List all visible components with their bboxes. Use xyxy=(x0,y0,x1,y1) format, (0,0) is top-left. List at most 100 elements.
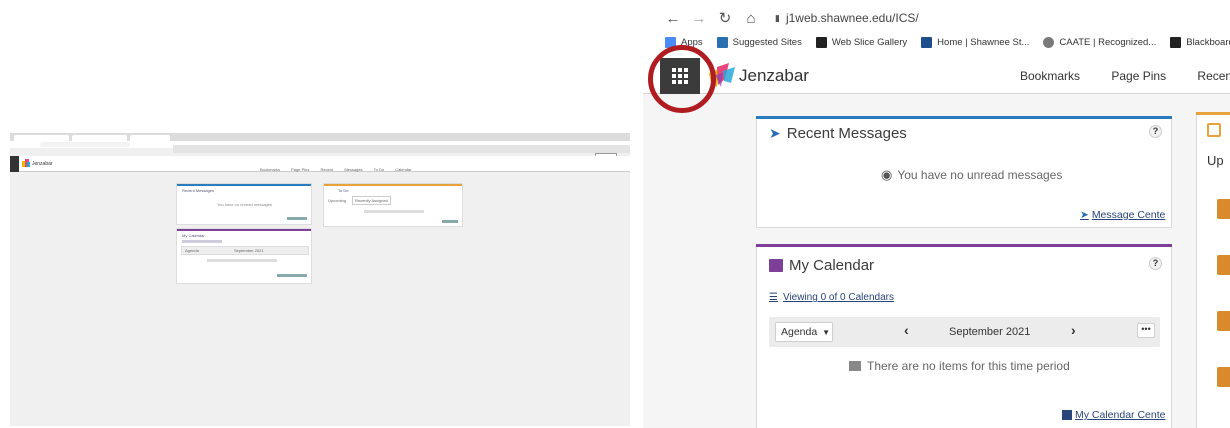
thumb-card-title: My Calendar xyxy=(182,233,205,238)
thumb-calendar-empty xyxy=(207,259,277,262)
folder-icon xyxy=(1217,367,1230,387)
thumb-brand: Jenzabar xyxy=(32,161,53,167)
thumb-apps-grid-icon[interactable] xyxy=(10,156,19,172)
bookmark-home-shawnee[interactable]: Home | Shawnee St... xyxy=(921,36,1030,48)
thumb-nav-link[interactable]: To Do xyxy=(374,167,384,172)
thumb-message-center-link[interactable] xyxy=(287,217,307,220)
view-select[interactable]: Agenda ▼ xyxy=(775,322,833,342)
thumb-nav-link[interactable]: Page Pins xyxy=(291,167,309,172)
thumb-nav-link[interactable]: Calendar xyxy=(395,167,411,172)
thumb-todo-card: To Do Upcoming Recently Assigned xyxy=(323,183,463,227)
message-center-label: Message Cente xyxy=(1091,209,1166,221)
thumb-calendar-card: My Calendar Agenda September 2021 xyxy=(176,228,312,284)
thumb-empty-text: You have no unread messages xyxy=(217,202,273,207)
url-text: j1web.shawnee.edu/ICS/ xyxy=(785,11,919,25)
thumb-card-title: Recent Messages xyxy=(182,188,215,193)
recent-link[interactable]: Recent xyxy=(1197,69,1230,83)
calendar-small-icon xyxy=(849,361,861,371)
thumb-nav-links: Bookmarks Page Pins Recent Messages To D… xyxy=(260,167,421,172)
home-icon[interactable]: ⌂ xyxy=(743,10,759,27)
thumb-calendar-month: September 2021 xyxy=(234,248,264,253)
message-center-link[interactable]: ➤ Message Cente xyxy=(1080,209,1165,221)
chat-bubble-icon: ◉ xyxy=(881,167,893,182)
upcoming-tab[interactable]: Up xyxy=(1207,153,1224,168)
thumb-tab-bar xyxy=(10,133,630,141)
bookmark-label: Blackboard Learn xyxy=(1186,36,1230,48)
bookmark-web-slice-gallery[interactable]: Web Slice Gallery xyxy=(815,36,908,48)
folder-icon xyxy=(1217,199,1230,219)
calendar-center-label: My Calendar Cente xyxy=(1075,409,1166,421)
current-month: September 2021 xyxy=(949,326,1031,338)
thumb-agenda-select[interactable]: Agenda xyxy=(185,248,199,253)
bookmark-suggested-sites[interactable]: Suggested Sites xyxy=(716,36,802,48)
thumb-todo-link[interactable] xyxy=(442,220,458,223)
calendar-icon xyxy=(769,259,783,272)
chevron-down-icon: ▼ xyxy=(822,328,831,337)
thumb-nav-link[interactable]: Recent xyxy=(321,167,334,172)
card-accent-bar xyxy=(756,116,1172,119)
help-icon[interactable]: ? xyxy=(1149,125,1162,138)
page-pins-link[interactable]: Page Pins xyxy=(1111,69,1166,83)
folder-icon xyxy=(1217,255,1230,275)
comparison-screenshot: Jenzabar Bookmarks Page Pins Recent Mess… xyxy=(0,0,1230,428)
highlight-circle xyxy=(648,45,716,113)
bookmark-caate[interactable]: CAATE | Recognized... xyxy=(1043,36,1157,48)
browser-nav-row: ← → ↻ ⌂ ▮ j1web.shawnee.edu/ICS/ xyxy=(665,8,919,28)
bookmark-label: Home | Shawnee St... xyxy=(937,36,1030,48)
calendar-small-icon xyxy=(1062,410,1072,420)
paper-plane-icon: ➤ xyxy=(769,125,781,141)
recent-messages-card: ➤ Recent Messages ? ◉ You have no unread… xyxy=(756,116,1172,228)
bookmarks-link[interactable]: Bookmarks xyxy=(1020,69,1080,83)
bookmark-blackboard[interactable]: Blackboard Learn xyxy=(1170,36,1230,48)
paper-plane-icon: ➤ xyxy=(1080,209,1089,221)
checklist-icon xyxy=(1207,123,1221,137)
thumb-todo-empty xyxy=(364,210,424,213)
thumb-jenzabar-logo xyxy=(22,159,30,168)
suggested-sites-icon xyxy=(716,36,728,48)
viewing-calendars-link[interactable]: ☰ Viewing 0 of 0 Calendars xyxy=(769,292,894,303)
bookmark-label: Suggested Sites xyxy=(732,36,802,48)
viewing-calendars-label: Viewing 0 of 0 Calendars xyxy=(782,292,894,303)
address-bar[interactable]: ▮ j1web.shawnee.edu/ICS/ xyxy=(775,11,919,25)
messages-empty-state: ◉ You have no unread messages xyxy=(881,167,1062,183)
my-calendar-card: My Calendar ? ☰ Viewing 0 of 0 Calendars… xyxy=(756,244,1172,428)
bookmarks-bar: Apps Suggested Sites Web Slice Gallery H… xyxy=(665,34,1230,50)
web-slice-icon xyxy=(815,36,827,48)
help-icon[interactable]: ? xyxy=(1149,257,1162,270)
thumb-card-title: To Do xyxy=(338,188,349,193)
reload-icon[interactable]: ↻ xyxy=(717,10,733,27)
todo-card-partial: Up xyxy=(1196,112,1230,428)
forward-icon[interactable]: → xyxy=(691,10,707,27)
bookmark-label: Web Slice Gallery xyxy=(831,36,908,48)
thumb-viewing-line[interactable] xyxy=(182,240,222,243)
thumb-second-window-bar xyxy=(173,145,630,153)
calendar-toolbar: Agenda ▼ ‹ September 2021 › ••• xyxy=(769,317,1160,347)
full-page-thumbnail: Jenzabar Bookmarks Page Pins Recent Mess… xyxy=(10,133,630,426)
shawnee-icon xyxy=(921,36,933,48)
zoomed-view: ← → ↻ ⌂ ▮ j1web.shawnee.edu/ICS/ Apps Su… xyxy=(643,0,1230,428)
calendar-empty-state: There are no items for this time period xyxy=(849,359,1070,373)
bookmark-label: CAATE | Recognized... xyxy=(1059,36,1157,48)
thumb-tab-upcoming[interactable]: Upcoming xyxy=(328,198,346,203)
thumb-url[interactable] xyxy=(40,142,130,147)
card-title: My Calendar xyxy=(769,257,874,274)
thumb-nav-link[interactable]: Bookmarks xyxy=(260,167,280,172)
thumb-calendar-link[interactable] xyxy=(277,274,307,277)
card-title: ➤ Recent Messages xyxy=(769,125,907,142)
prev-month-icon[interactable]: ‹ xyxy=(904,322,909,338)
next-month-icon[interactable]: › xyxy=(1071,322,1076,338)
card-accent-bar xyxy=(756,244,1172,247)
more-options-button[interactable]: ••• xyxy=(1137,323,1155,338)
thumb-calendar-toolbar: Agenda September 2021 xyxy=(181,246,309,255)
thumb-tab-recent[interactable]: Recently Assigned xyxy=(352,196,391,205)
blackboard-icon xyxy=(1170,36,1182,48)
calendar-title: My Calendar xyxy=(789,257,875,274)
back-icon[interactable]: ← xyxy=(665,10,681,27)
site-header: Jenzabar Bookmarks Page Pins Recent xyxy=(643,58,1230,94)
my-calendar-center-link[interactable]: My Calendar Cente xyxy=(1062,409,1165,421)
brand-name: Jenzabar xyxy=(739,66,809,85)
thumb-nav-link[interactable]: Messages xyxy=(344,167,362,172)
caate-icon xyxy=(1043,36,1055,48)
list-icon: ☰ xyxy=(769,292,778,303)
browser-chrome: ← → ↻ ⌂ ▮ j1web.shawnee.edu/ICS/ Apps Su… xyxy=(643,0,1230,58)
